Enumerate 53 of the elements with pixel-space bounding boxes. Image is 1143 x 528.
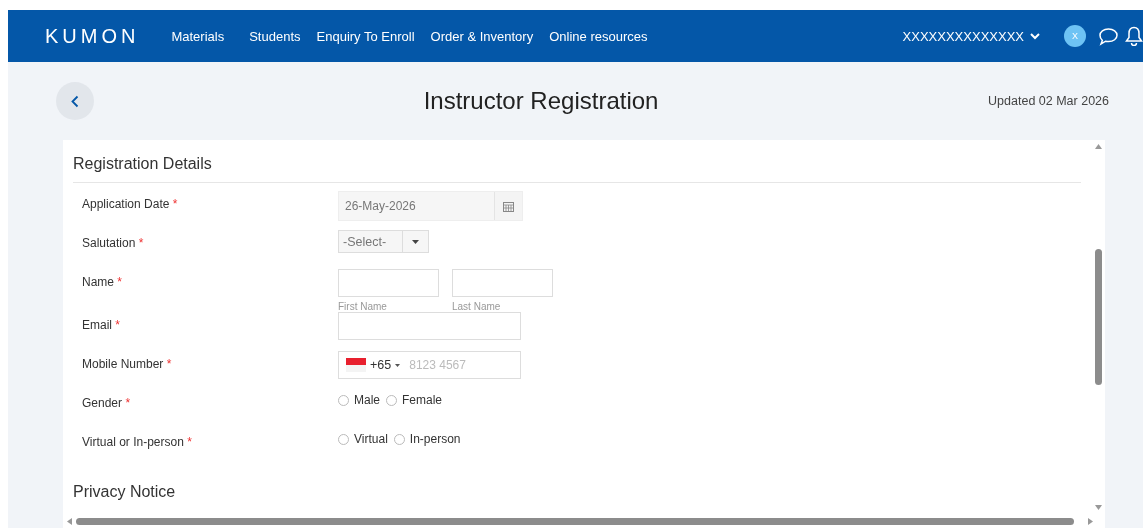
- field-label: Name: [82, 275, 114, 289]
- radio-option[interactable]: Virtual: [338, 432, 388, 446]
- caret-icon: [395, 363, 401, 367]
- input-field[interactable]: [338, 312, 521, 340]
- radio-option[interactable]: In-person: [393, 432, 461, 446]
- chat-icon[interactable]: [1098, 26, 1119, 46]
- required-mark: *: [138, 236, 144, 250]
- required-mark: *: [187, 435, 192, 449]
- chevron-left-icon: [71, 95, 79, 107]
- country-code-dropdown[interactable]: +65: [346, 358, 401, 372]
- nav-link[interactable]: Enquiry To Enroll: [316, 28, 415, 44]
- salutation-dropdown[interactable]: -Select-: [338, 230, 429, 253]
- required-mark: *: [115, 318, 121, 332]
- phone-field[interactable]: +65 8123 4567: [338, 351, 521, 379]
- field-label: Email: [82, 318, 112, 332]
- scroll-left-icon[interactable]: [67, 517, 72, 525]
- back-button[interactable]: [56, 82, 94, 120]
- caret-icon: [412, 239, 419, 244]
- nav-link[interactable]: Online resources: [549, 28, 648, 44]
- required-mark: *: [172, 197, 178, 211]
- radio-option[interactable]: Male: [338, 393, 380, 407]
- field-label: Mobile Number: [82, 357, 164, 371]
- scroll-up-icon[interactable]: [1094, 144, 1102, 149]
- input-field[interactable]: [338, 269, 439, 297]
- flag-icon: [346, 358, 366, 372]
- date-field[interactable]: 26-May-2026: [338, 191, 523, 221]
- user-menu[interactable]: XXXXXXXXXXXXXX: [896, 27, 1046, 45]
- required-mark: *: [117, 275, 123, 289]
- calendar-icon: [503, 200, 514, 212]
- scroll-down-icon[interactable]: [1094, 505, 1102, 510]
- field-hint: First Name: [338, 300, 388, 312]
- radio-option[interactable]: Female: [386, 393, 443, 407]
- section-title: Registration Details: [73, 140, 1081, 183]
- scrollbar-thumb[interactable]: [76, 517, 1074, 525]
- nav-link[interactable]: Order & Inventory: [430, 28, 534, 44]
- logo[interactable]: KUMON: [45, 24, 140, 48]
- required-mark: *: [166, 357, 172, 371]
- input-field[interactable]: [452, 269, 553, 297]
- chevron-down-icon: [1030, 32, 1040, 39]
- required-mark: *: [125, 396, 131, 410]
- scrollbar-thumb[interactable]: [1094, 249, 1102, 385]
- updated-date: Updated 02 Mar 2026: [988, 94, 1109, 108]
- scroll-right-icon[interactable]: [1088, 517, 1093, 525]
- field-label: Gender: [82, 396, 123, 410]
- nav-link[interactable]: Materials: [171, 28, 225, 44]
- section-title: Privacy Notice: [73, 482, 177, 502]
- nav-link[interactable]: Students: [249, 28, 301, 44]
- page-title: Instructor Registration: [422, 87, 660, 115]
- bell-icon[interactable]: [1125, 26, 1143, 46]
- field-label: Virtual or In-person: [82, 435, 184, 449]
- field-label: Application Date: [82, 197, 170, 211]
- field-label: Salutation: [82, 236, 136, 250]
- field-hint: Last Name: [452, 300, 502, 312]
